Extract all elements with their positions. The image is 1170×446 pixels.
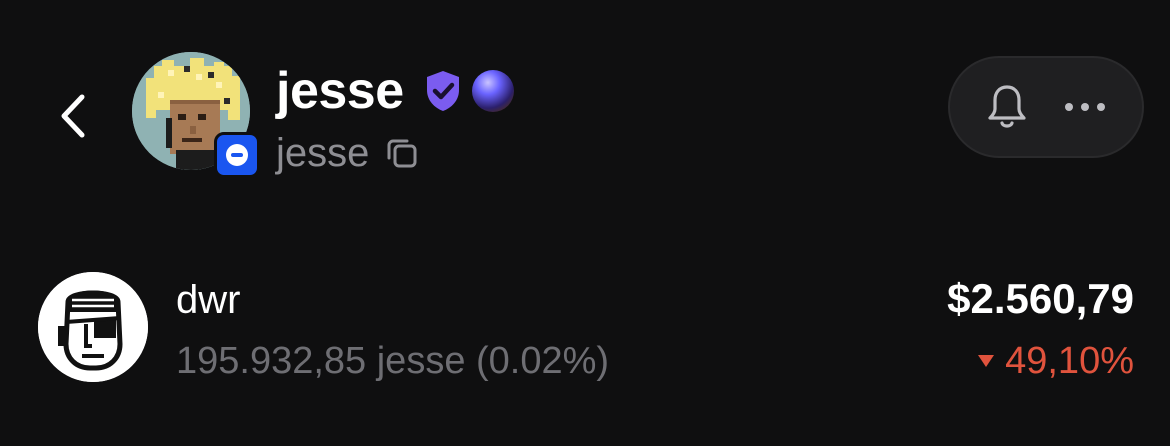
minus-icon [226, 144, 248, 166]
notifications-button[interactable] [972, 72, 1042, 142]
avatar-container[interactable] [132, 52, 260, 178]
bell-icon [988, 85, 1026, 128]
orb-icon [471, 70, 514, 112]
chevron-left-icon [61, 94, 85, 138]
pirate-icon [38, 272, 148, 382]
display-name: jesse [276, 62, 404, 120]
back-button[interactable] [50, 86, 96, 146]
more-horizontal-icon [1065, 103, 1105, 111]
more-button[interactable] [1050, 72, 1120, 142]
handle-row: jesse [276, 128, 419, 178]
triangle-down-icon [977, 354, 995, 368]
token-balance: 195.932,85 jesse (0.02%) [176, 340, 610, 382]
name-row: jesse [276, 58, 514, 124]
token-change-percent: 49,10% [1005, 340, 1134, 382]
handle: jesse [276, 131, 370, 175]
copy-icon[interactable] [385, 136, 419, 170]
token-row[interactable]: dwr 195.932,85 jesse (0.02%) $2.560,79 4… [38, 270, 1134, 384]
token-name: dwr [176, 278, 241, 322]
token-value: $2.560,79 [947, 275, 1134, 322]
avatar-badge [214, 132, 260, 178]
token-logo [38, 272, 148, 382]
header-actions [948, 56, 1144, 158]
token-change: 49,10% [977, 342, 1134, 380]
profile-screen: jesse jesse dwr 195.932,85 jesse (0.02%)… [0, 0, 1170, 446]
shield-check-icon [424, 69, 462, 113]
